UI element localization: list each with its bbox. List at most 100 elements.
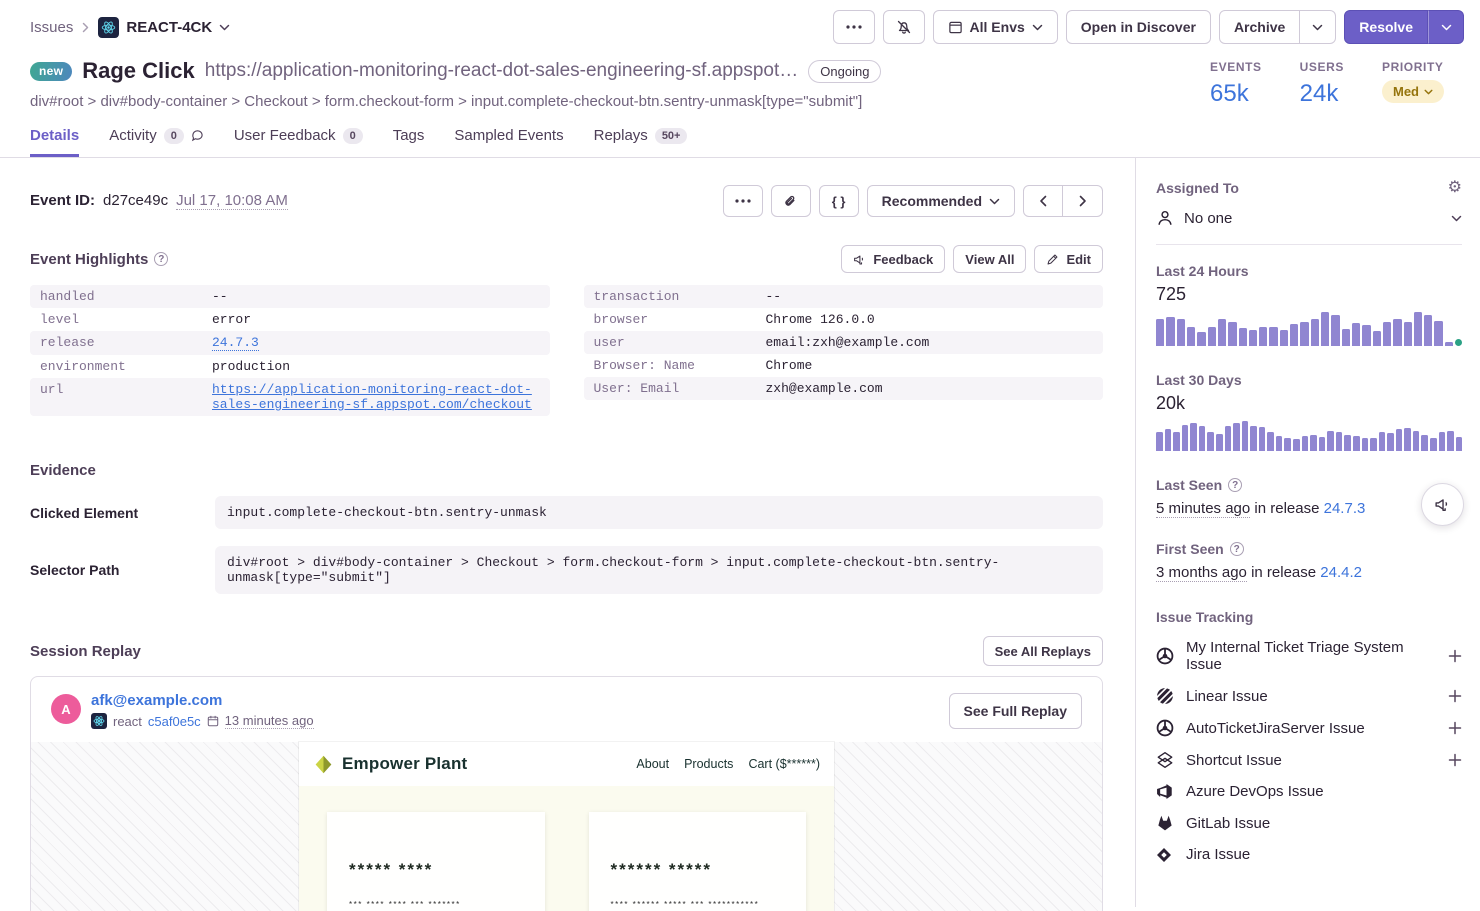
product-description: *** **** **** *** ******* <box>349 900 523 909</box>
highlight-row: Browser: NameChrome <box>584 354 1104 377</box>
floating-feedback-button[interactable] <box>1421 483 1464 526</box>
highlight-key: Browser: Name <box>594 358 766 373</box>
chart-bar <box>1396 429 1403 451</box>
gitlab-icon <box>1156 814 1174 832</box>
tab-tags[interactable]: Tags <box>393 127 425 157</box>
resolve-button[interactable]: Resolve <box>1344 10 1428 44</box>
events-count[interactable]: 65k <box>1210 80 1249 108</box>
add-issue-button[interactable] <box>1448 649 1462 663</box>
add-issue-button[interactable] <box>1448 753 1462 767</box>
linear-icon <box>1156 687 1174 705</box>
tab-activity[interactable]: Activity 0 <box>109 127 204 157</box>
issue-tracking-item[interactable]: Shortcut Issue <box>1156 751 1462 769</box>
help-icon[interactable]: ? <box>1230 542 1244 556</box>
pencil-icon <box>1046 253 1059 266</box>
event-more-button[interactable] <box>723 185 763 217</box>
environment-selector[interactable]: All Envs <box>933 10 1058 44</box>
open-in-discover-button[interactable]: Open in Discover <box>1066 10 1211 44</box>
archive-button[interactable]: Archive <box>1219 10 1300 44</box>
issue-tracking-item-label: AutoTicketJiraServer Issue <box>1186 720 1436 737</box>
chart-bar <box>1249 330 1257 346</box>
issue-tracking-item[interactable]: Linear Issue <box>1156 687 1462 705</box>
highlight-value-link[interactable]: 24.7.3 <box>212 335 259 351</box>
json-button[interactable]: { } <box>819 185 859 217</box>
site-nav-products: Products <box>684 757 733 771</box>
issue-tabs: Details Activity 0 User Feedback 0 Tags … <box>0 127 1480 158</box>
highlight-key: user <box>594 335 766 350</box>
tab-details[interactable]: Details <box>30 127 79 157</box>
chart-bar <box>1173 432 1180 452</box>
product-description: **** ****** ***** *** *********** <box>611 900 785 909</box>
see-full-replay-button[interactable]: See Full Replay <box>949 693 1082 729</box>
chevron-right-icon <box>1079 195 1087 207</box>
add-issue-button[interactable] <box>1448 721 1462 735</box>
first-seen-release-link[interactable]: 24.4.2 <box>1320 564 1362 581</box>
first-seen-time[interactable]: 3 months ago <box>1156 564 1247 582</box>
mute-button[interactable] <box>883 10 925 44</box>
resolve-split-button: Resolve <box>1344 10 1464 44</box>
chart-bar <box>1293 439 1300 451</box>
braces-icon: { } <box>832 194 846 209</box>
event-details-main: Event ID: d27ce49c Jul 17, 10:08 AM { } <box>0 158 1135 907</box>
edit-button[interactable]: Edit <box>1034 245 1103 273</box>
chart-bar <box>1259 327 1267 346</box>
replay-id-link[interactable]: c5af0e5c <box>148 714 201 729</box>
resolve-dropdown-button[interactable] <box>1428 10 1464 44</box>
chart-bar <box>1284 438 1291 451</box>
events-label: EVENTS <box>1210 60 1262 74</box>
feedback-button[interactable]: Feedback <box>841 245 945 273</box>
chevron-down-icon <box>219 24 230 31</box>
previous-event-button[interactable] <box>1023 185 1063 217</box>
last-seen-time[interactable]: 5 minutes ago <box>1156 500 1250 518</box>
last-30-days-chart[interactable] <box>1156 421 1462 451</box>
assignee-dropdown[interactable]: No one <box>1156 209 1462 227</box>
replay-stage[interactable]: Empower Plant About Products Cart ($****… <box>31 742 1102 911</box>
replay-user-link[interactable]: afk@example.com <box>91 692 222 709</box>
highlight-key: handled <box>40 289 212 304</box>
attachments-button[interactable] <box>771 185 811 217</box>
replay-time-ago[interactable]: 13 minutes ago <box>225 713 314 729</box>
issue-tracking-item[interactable]: My Internal Ticket Triage System Issue <box>1156 639 1462 673</box>
tab-sampled-events[interactable]: Sampled Events <box>454 127 563 157</box>
status-badge: Ongoing <box>808 60 881 83</box>
issue-tracking-item[interactable]: AutoTicketJiraServer Issue <box>1156 719 1462 737</box>
chart-bar <box>1233 423 1240 451</box>
breadcrumb-issues-link[interactable]: Issues <box>30 19 73 36</box>
chart-bar <box>1242 421 1249 451</box>
user-feedback-count-badge: 0 <box>343 128 363 144</box>
help-icon[interactable]: ? <box>154 252 168 266</box>
ellipsis-icon <box>735 199 751 203</box>
last-seen-release-link[interactable]: 24.7.3 <box>1324 500 1366 517</box>
last-30-days-count: 20k <box>1156 393 1462 414</box>
more-actions-button[interactable] <box>833 10 875 44</box>
view-all-button[interactable]: View All <box>953 245 1026 273</box>
last-24-hours-chart[interactable] <box>1156 312 1462 346</box>
archive-dropdown-button[interactable] <box>1300 10 1336 44</box>
priority-dropdown[interactable]: Med <box>1382 80 1444 103</box>
highlight-row: browserChrome 126.0.0 <box>584 308 1104 331</box>
event-timestamp[interactable]: Jul 17, 10:08 AM <box>176 192 288 210</box>
issue-tracking-item[interactable]: Jira Issue <box>1156 846 1462 863</box>
next-event-button[interactable] <box>1063 185 1103 217</box>
replays-count-badge: 50+ <box>655 128 688 144</box>
issue-tracking-item[interactable]: Azure DevOps Issue <box>1156 783 1462 800</box>
person-icon <box>1156 209 1174 227</box>
users-count[interactable]: 24k <box>1300 80 1339 108</box>
tab-user-feedback[interactable]: User Feedback 0 <box>234 127 363 157</box>
highlight-value: email:zxh@example.com <box>766 335 930 350</box>
chart-bar <box>1197 332 1205 346</box>
chart-bar <box>1387 433 1394 451</box>
activity-count-badge: 0 <box>164 128 184 144</box>
highlight-value-link[interactable]: https://application-monitoring-react-dot… <box>212 382 540 412</box>
tab-replays[interactable]: Replays 50+ <box>594 127 688 157</box>
project-selector[interactable]: REACT-4CK <box>98 17 230 38</box>
see-all-replays-button[interactable]: See All Replays <box>983 636 1103 666</box>
help-icon[interactable]: ? <box>1228 478 1242 492</box>
product-title: ****** ***** <box>611 860 785 880</box>
chart-bar <box>1319 437 1326 451</box>
chevron-down-icon <box>1032 24 1043 31</box>
issue-tracking-item[interactable]: GitLab Issue <box>1156 814 1462 832</box>
gear-icon[interactable]: ⚙ <box>1448 180 1462 196</box>
event-navigation-dropdown[interactable]: Recommended <box>867 185 1015 217</box>
add-issue-button[interactable] <box>1448 689 1462 703</box>
